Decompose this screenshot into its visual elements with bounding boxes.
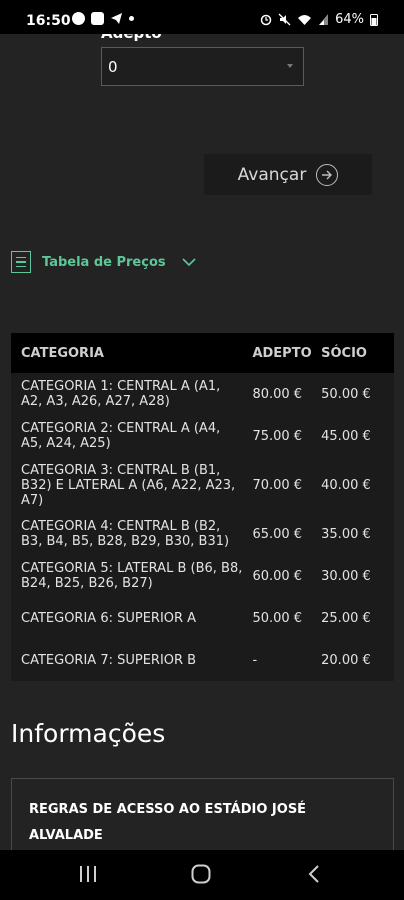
home-icon[interactable]	[190, 863, 212, 885]
category-cell: CATEGORIA 1: CENTRAL A (A1, A2, A3, A26,…	[21, 379, 221, 409]
table-row: CATEGORIA 6: SUPERIOR A 50.00 € 25.00 €	[11, 597, 394, 639]
adepto-price-cell: 65.00 €	[252, 526, 303, 542]
adepto-selected-value: 0	[108, 58, 118, 76]
info-section-title: Informações	[11, 719, 166, 748]
socio-price-cell: 20.00 €	[321, 652, 371, 668]
adepto-price-cell: 60.00 €	[252, 568, 303, 584]
notification-icons-row	[72, 12, 134, 25]
adepto-quantity-select[interactable]: 0	[101, 47, 304, 86]
header-categoria: CATEGORIA	[21, 345, 104, 361]
chevron-down-icon	[287, 64, 293, 68]
status-time-label: 16:50	[26, 13, 71, 29]
mute-icon	[278, 13, 291, 26]
socio-price-cell: 35.00 €	[321, 526, 371, 542]
whatsapp-icon	[72, 12, 85, 25]
status-bar-content: 16:50 64%	[0, 0, 404, 34]
signal-icon	[319, 14, 329, 25]
adepto-price-cell: 70.00 €	[252, 477, 303, 493]
price-table-label: Tabela de Preços	[42, 254, 166, 270]
socio-price-cell: 40.00 €	[321, 477, 371, 493]
table-row: CATEGORIA 5: LATERAL B (B6, B8, B24, B25…	[11, 555, 394, 597]
wifi-icon	[298, 15, 312, 25]
adepto-price-cell: 50.00 €	[252, 610, 303, 626]
price-table-toggle[interactable]: Tabela de Preços	[11, 251, 196, 273]
battery-icon	[370, 14, 378, 26]
category-cell: CATEGORIA 2: CENTRAL A (A4, A5, A24, A25…	[21, 421, 221, 451]
socio-price-cell: 25.00 €	[321, 610, 371, 626]
price-table-header: CATEGORIA ADEPTO SÓCIO	[11, 333, 394, 373]
category-cell: CATEGORIA 4: CENTRAL B (B2, B3, B4, B5, …	[21, 519, 230, 549]
category-cell: CATEGORIA 3: CENTRAL B (B1, B32) E LATER…	[21, 462, 236, 508]
adepto-price-cell: 80.00 €	[252, 386, 303, 402]
socio-price-cell: 45.00 €	[321, 428, 371, 444]
android-nav-bar	[0, 850, 404, 900]
alarm-icon	[260, 14, 272, 26]
battery-percent-label: 64%	[335, 12, 364, 27]
socio-price-cell: 50.00 €	[321, 386, 371, 402]
back-icon[interactable]	[306, 863, 322, 885]
header-socio: SÓCIO	[321, 345, 367, 361]
table-row: CATEGORIA 1: CENTRAL A (A1, A2, A3, A26,…	[11, 373, 394, 415]
chevron-down-icon	[182, 257, 196, 266]
category-cell: CATEGORIA 7: SUPERIOR B	[21, 652, 197, 668]
access-rules-title: REGRAS DE ACESSO AO ESTÁDIO JOSÉ ALVALAD…	[29, 802, 307, 843]
arrow-right-circle-icon	[316, 163, 339, 186]
table-row: CATEGORIA 4: CENTRAL B (B2, B3, B4, B5, …	[11, 513, 394, 555]
adepto-price-cell: -	[252, 652, 258, 668]
category-cell: CATEGORIA 6: SUPERIOR A	[21, 610, 197, 626]
telegram-icon	[111, 13, 122, 24]
category-cell: CATEGORIA 5: LATERAL B (B6, B8, B24, B25…	[21, 561, 243, 591]
recent-apps-icon[interactable]	[78, 863, 98, 885]
list-icon	[11, 251, 31, 273]
header-adepto: ADEPTO	[252, 345, 312, 361]
socio-price-cell: 30.00 €	[321, 568, 371, 584]
next-button[interactable]: Avançar	[204, 154, 372, 195]
table-row: CATEGORIA 7: SUPERIOR B - 20.00 €	[11, 639, 394, 681]
adepto-price-cell: 75.00 €	[252, 428, 303, 444]
next-button-label: Avançar	[237, 164, 307, 185]
system-icons-row: 64%	[260, 12, 378, 27]
table-row: CATEGORIA 2: CENTRAL A (A4, A5, A24, A25…	[11, 415, 394, 457]
dot-icon	[129, 16, 134, 21]
price-table: CATEGORIA ADEPTO SÓCIO CATEGORIA 1: CENT…	[11, 333, 394, 681]
youtube-icon	[91, 12, 104, 25]
table-row: CATEGORIA 3: CENTRAL B (B1, B32) E LATER…	[11, 457, 394, 513]
